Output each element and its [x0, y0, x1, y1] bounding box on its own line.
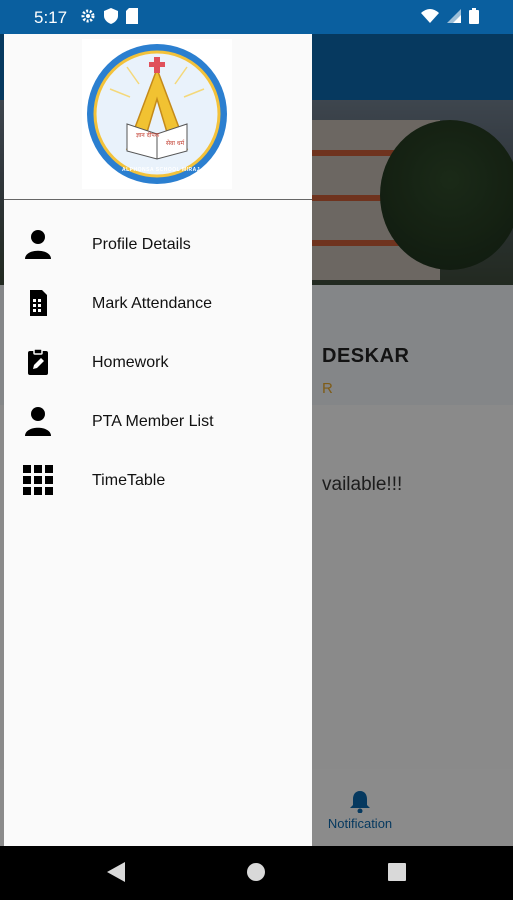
menu-label: PTA Member List [92, 413, 214, 430]
status-icons-left [80, 8, 138, 24]
menu-item-profile-details[interactable]: Profile Details [4, 216, 312, 275]
school-logo: ज्ञान दीपक सेवा धर्म ALPHONSA SCHOOL MIR… [82, 39, 232, 189]
grid-icon [22, 464, 54, 496]
logo-banner-text-top: ज्ञान दीपक [136, 132, 160, 139]
navigation-drawer: ज्ञान दीपक सेवा धर्म ALPHONSA SCHOOL MIR… [4, 34, 312, 846]
sd-card-icon [126, 8, 138, 24]
drawer-menu: Profile Details Mark Attendance Homework… [4, 216, 312, 511]
status-icons-right [421, 8, 479, 24]
shield-icon [104, 8, 118, 24]
menu-item-mark-attendance[interactable]: Mark Attendance [4, 275, 312, 334]
person-icon [22, 405, 54, 437]
status-time: 5:17 [34, 8, 68, 27]
drawer-header: ज्ञान दीपक सेवा धर्म ALPHONSA SCHOOL MIR… [4, 34, 312, 200]
document-icon [22, 287, 54, 319]
signal-icon [447, 9, 461, 23]
battery-icon [469, 8, 479, 24]
menu-label: Profile Details [92, 236, 191, 253]
recents-icon[interactable] [386, 860, 408, 884]
menu-label: TimeTable [92, 472, 166, 489]
settings-gear-icon [81, 9, 95, 23]
system-nav-bar [0, 846, 513, 900]
logo-banner-text-bottom: सेवा धर्म [166, 140, 185, 147]
menu-item-timetable[interactable]: TimeTable [4, 452, 312, 511]
menu-label: Homework [92, 354, 169, 371]
menu-label: Mark Attendance [92, 295, 213, 312]
logo-ring-text: ALPHONSA SCHOOL MIRAJ [122, 167, 201, 173]
menu-item-homework[interactable]: Homework [4, 334, 312, 393]
clipboard-edit-icon [22, 346, 54, 378]
wifi-icon [421, 9, 439, 23]
home-icon[interactable] [245, 860, 267, 884]
back-icon[interactable] [105, 860, 127, 884]
person-icon [22, 228, 54, 260]
status-bar: 5:17 [0, 0, 513, 34]
menu-item-pta-member-list[interactable]: PTA Member List [4, 393, 312, 452]
